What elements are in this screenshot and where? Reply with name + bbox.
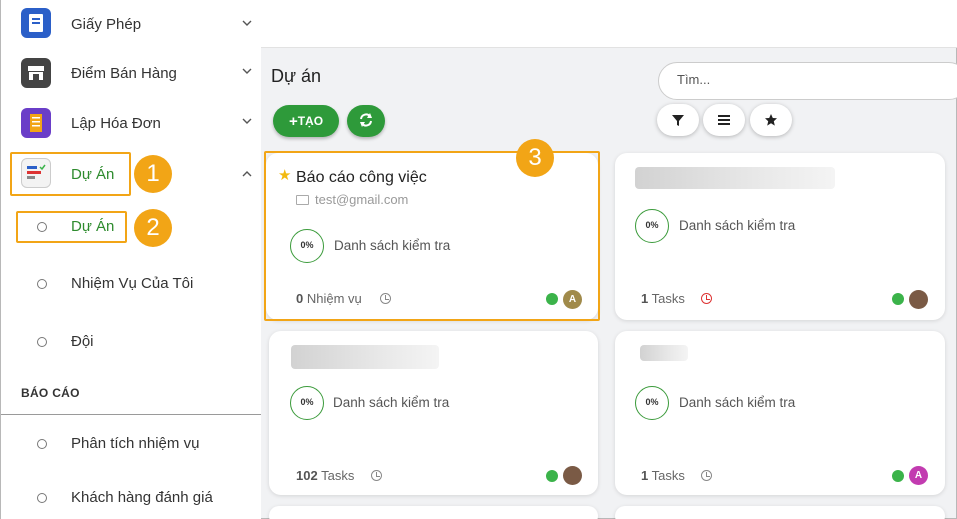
task-count-label: Tasks bbox=[651, 468, 685, 483]
clock-icon bbox=[371, 470, 382, 481]
sidebar-item-license[interactable]: Giấy Phép bbox=[1, 0, 261, 50]
sidebar-item-pos[interactable]: Điểm Bán Hàng bbox=[1, 50, 261, 100]
task-count-value: 1 bbox=[641, 291, 649, 306]
sidebar-report-customer-rating[interactable]: Khách hàng đánh giá bbox=[1, 479, 261, 519]
chevron-down-icon[interactable] bbox=[241, 116, 253, 128]
highlight-box-2 bbox=[16, 211, 127, 243]
status-dot bbox=[892, 470, 904, 482]
redacted-title bbox=[640, 345, 688, 361]
progress-circle: 0% bbox=[290, 386, 324, 420]
checklist-label: Danh sách kiểm tra bbox=[679, 218, 796, 233]
invoice-icon bbox=[21, 108, 51, 138]
create-label: TẠO bbox=[297, 114, 324, 128]
task-count: 102 Tasks bbox=[296, 468, 354, 483]
step-badge-3: 3 bbox=[516, 139, 554, 177]
task-count-value: 1 bbox=[641, 468, 649, 483]
task-count: 1 Tasks bbox=[641, 468, 685, 483]
sidebar-item-label: Lập Hóa Đơn bbox=[71, 115, 161, 132]
task-count: 1 Tasks bbox=[641, 291, 685, 306]
status-dot bbox=[546, 470, 558, 482]
sidebar-report-task-analysis[interactable]: Phân tích nhiệm vụ bbox=[1, 425, 261, 465]
checklist-label: Danh sách kiểm tra bbox=[679, 395, 796, 410]
bullet-icon bbox=[37, 337, 47, 347]
step-badge-1: 1 bbox=[134, 155, 172, 193]
avatar[interactable]: A bbox=[909, 466, 928, 485]
section-title-reports: BÁO CÁO bbox=[21, 386, 80, 400]
search-input[interactable] bbox=[677, 72, 937, 87]
redacted-title bbox=[291, 345, 439, 369]
sidebar-report-label: Khách hàng đánh giá bbox=[71, 489, 213, 506]
page-title: Dự án bbox=[271, 66, 322, 86]
list-view-button[interactable] bbox=[703, 104, 745, 136]
highlight-box-3 bbox=[264, 151, 600, 321]
sidebar-subitem-team[interactable]: Đội bbox=[1, 323, 261, 363]
sidebar-subitem-label: Nhiệm Vụ Của Tôi bbox=[71, 275, 194, 292]
clock-icon bbox=[701, 470, 712, 481]
sidebar-report-label: Phân tích nhiệm vụ bbox=[71, 435, 200, 452]
refresh-icon bbox=[358, 113, 374, 128]
license-icon bbox=[21, 8, 51, 38]
status-dot bbox=[892, 293, 904, 305]
list-icon bbox=[717, 114, 731, 131]
search-box[interactable] bbox=[658, 62, 957, 100]
step-badge-2: 2 bbox=[134, 209, 172, 247]
task-count-label: Tasks bbox=[321, 468, 355, 483]
sidebar-subitem-my-tasks[interactable]: Nhiệm Vụ Của Tôi bbox=[1, 265, 261, 305]
chevron-up-icon[interactable] bbox=[241, 169, 253, 181]
plus-icon: + bbox=[288, 113, 298, 130]
sidebar-item-invoice[interactable]: Lập Hóa Đơn bbox=[1, 100, 261, 150]
checklist-label: Danh sách kiểm tra bbox=[333, 395, 450, 410]
redacted-title bbox=[635, 167, 835, 189]
chevron-down-icon[interactable] bbox=[241, 18, 253, 30]
project-card-partial[interactable] bbox=[269, 506, 598, 519]
chevron-down-icon[interactable] bbox=[241, 66, 253, 78]
section-divider bbox=[1, 414, 261, 415]
avatar[interactable] bbox=[563, 466, 582, 485]
bullet-icon bbox=[37, 493, 47, 503]
project-card-partial[interactable] bbox=[615, 506, 945, 519]
highlight-box-1 bbox=[10, 152, 131, 196]
avatar[interactable] bbox=[909, 290, 928, 309]
task-count-value: 102 bbox=[296, 468, 318, 483]
star-icon bbox=[764, 114, 778, 131]
store-icon bbox=[21, 58, 51, 88]
favorite-button[interactable] bbox=[750, 104, 792, 136]
project-card[interactable]: 0% Danh sách kiểm tra 1 Tasks A bbox=[615, 331, 945, 495]
clock-icon bbox=[701, 293, 712, 304]
bullet-icon bbox=[37, 279, 47, 289]
bullet-icon bbox=[37, 439, 47, 449]
task-count-label: Tasks bbox=[651, 291, 685, 306]
sidebar-item-label: Giấy Phép bbox=[71, 16, 142, 33]
filter-icon bbox=[671, 114, 685, 131]
progress-circle: 0% bbox=[635, 386, 669, 420]
progress-circle: 0% bbox=[635, 209, 669, 243]
sidebar: Giấy Phép Điểm Bán Hàng Lập Hóa Đơn Dự Á… bbox=[1, 0, 261, 519]
create-button[interactable]: +TẠO bbox=[273, 105, 339, 137]
top-bar bbox=[261, 0, 957, 48]
sidebar-item-label: Điểm Bán Hàng bbox=[71, 65, 177, 82]
refresh-button[interactable] bbox=[347, 105, 385, 137]
sidebar-subitem-label: Đội bbox=[71, 333, 94, 350]
project-card[interactable]: 0% Danh sách kiểm tra 1 Tasks bbox=[615, 153, 945, 320]
project-card[interactable]: 0% Danh sách kiểm tra 102 Tasks bbox=[269, 331, 598, 495]
filter-button[interactable] bbox=[657, 104, 699, 136]
